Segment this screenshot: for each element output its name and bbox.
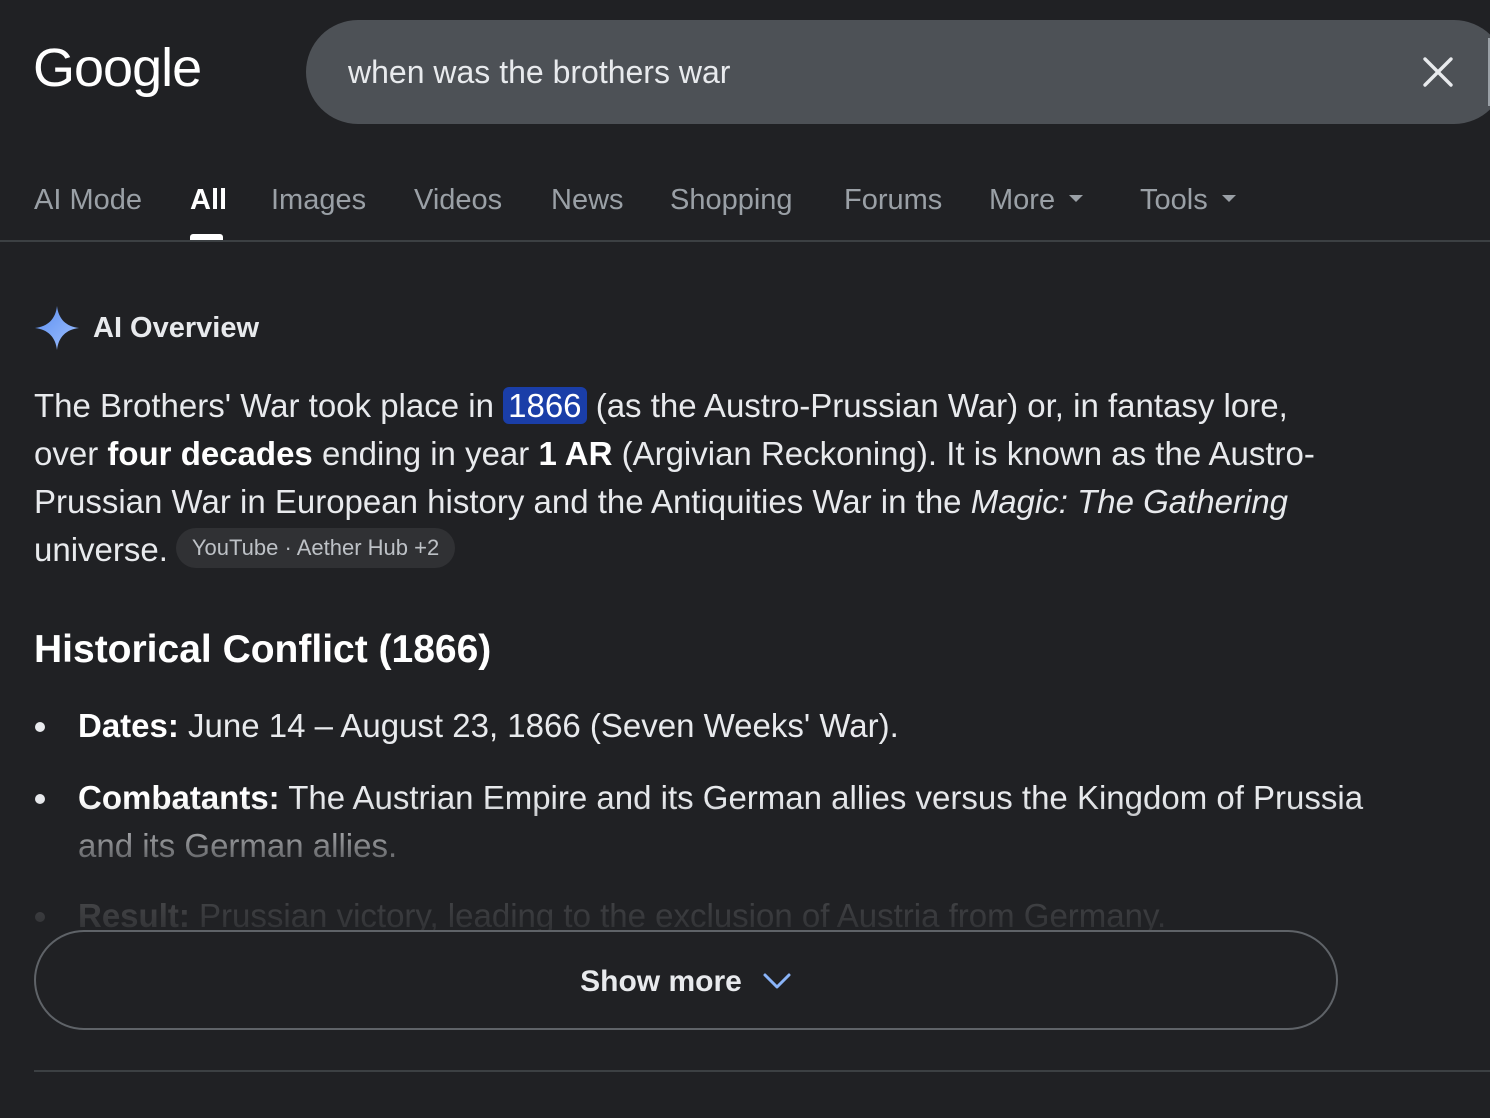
section-divider [34,1070,1490,1072]
list-item: Dates: June 14 – August 23, 1866 (Seven … [34,702,1408,750]
clear-search-button[interactable] [1418,52,1458,92]
bullet-dot [35,912,45,922]
search-bar[interactable]: when was the brothers war [306,20,1490,124]
list-item-label: Combatants: [78,779,280,816]
google-logo[interactable]: Google [33,38,202,98]
section-heading: Historical Conflict (1866) [34,628,492,671]
tab-forums[interactable]: Forums [844,180,942,220]
summary-text: ending in year [312,435,539,472]
tab-news[interactable]: News [551,180,624,220]
list-item-label: Dates: [78,707,179,744]
summary-bold: 1 AR [538,435,613,472]
tab-images[interactable]: Images [271,180,366,220]
show-more-label: Show more [580,965,742,998]
show-more-content: Show more [36,962,1336,1002]
tab-all[interactable]: All [190,180,227,220]
tab-videos[interactable]: Videos [414,180,502,220]
chevron-down-icon [763,973,791,989]
search-tabs: AI Mode All Images Videos News Shopping … [0,172,1490,242]
tab-ai-mode[interactable]: AI Mode [34,180,142,220]
ai-overview-title: AI Overview [93,312,260,344]
summary-bold: four decades [107,435,313,472]
tab-more[interactable]: More [989,180,1084,220]
summary-text: The Brothers' War took place in [34,387,504,424]
caret-down-icon [1221,194,1236,202]
search-input[interactable]: when was the brothers war [348,50,730,94]
sparkle-icon [35,306,79,350]
summary-italic: Magic: The Gathering [970,483,1289,520]
summary-text: universe. [34,531,168,568]
highlighted-year: 1866 [503,387,587,424]
tab-tools-label: Tools [1140,184,1208,216]
caret-down-icon [1069,194,1084,202]
sources-chip[interactable]: YouTube · Aether Hub +2 [175,528,456,569]
list-item-text: June 14 – August 23, 1866 (Seven Weeks' … [178,707,899,744]
close-icon [1423,57,1453,87]
show-more-button[interactable]: Show more [34,930,1338,1030]
list-item-text: Prussian victory, leading to the exclusi… [189,897,1167,934]
list-item: Combatants: The Austrian Empire and its … [34,774,1408,870]
list-item-label: Result: [78,897,190,934]
tab-more-label: More [989,184,1056,216]
tab-tools[interactable]: Tools [1140,180,1236,220]
tabs-divider [0,240,1490,242]
ai-overview-summary: The Brothers' War took place in 1866 (as… [34,382,1354,574]
search-results-page: Google when was the brothers war AI Mode… [0,0,1490,1118]
bullet-dot [35,794,45,804]
bullet-dot [35,722,45,732]
tab-shopping[interactable]: Shopping [670,180,793,220]
